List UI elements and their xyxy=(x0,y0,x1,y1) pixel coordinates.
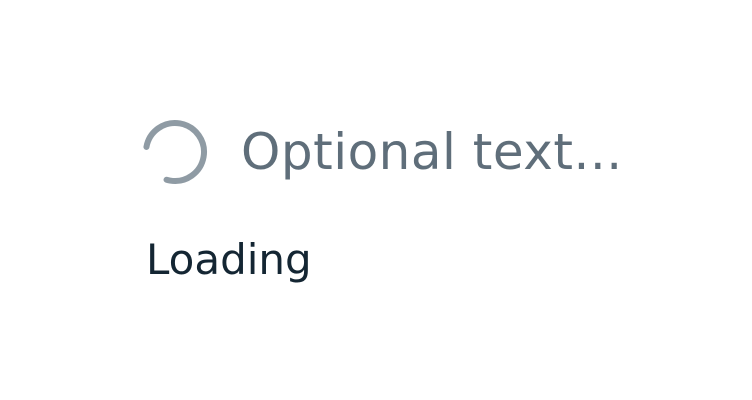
loading-example: Optional text... Loading xyxy=(0,0,752,400)
spinner-icon xyxy=(142,119,208,185)
loader-optional-text: Optional text... xyxy=(241,123,623,181)
loading-label: Loading xyxy=(146,235,312,284)
inline-loader: Optional text... xyxy=(142,116,623,188)
